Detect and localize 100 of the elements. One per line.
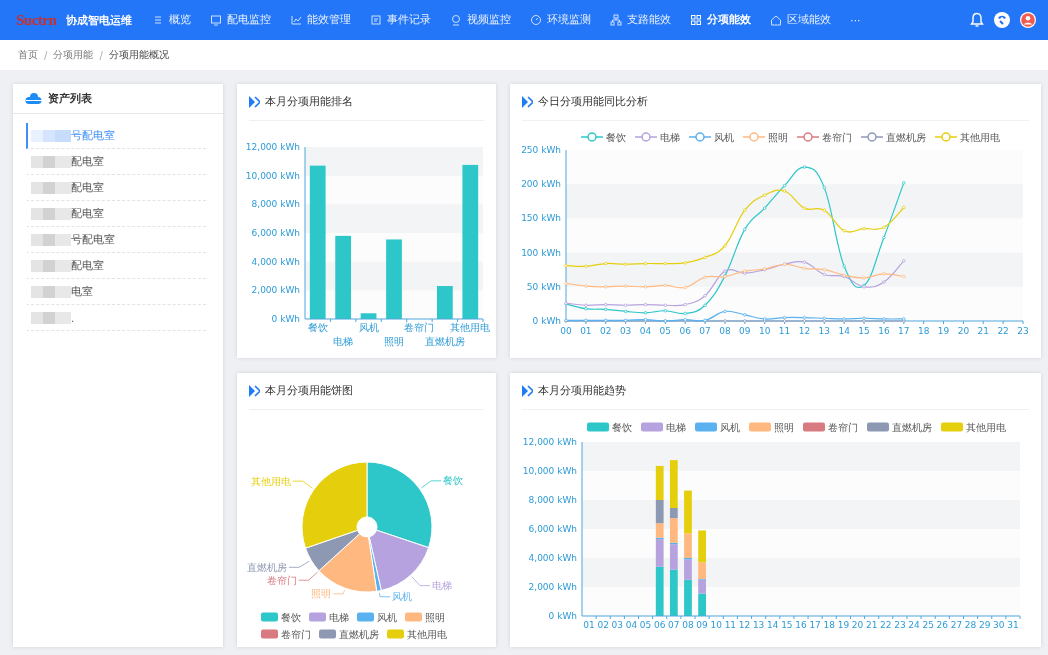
data-label: 其他用电 [250,475,291,487]
axis-label: 2,000 kWh [528,582,577,592]
axis-label: 0 kWh [548,611,577,621]
panel-title: 资产列表 [48,91,92,106]
nav-item[interactable]: 事件记录 [370,13,432,27]
axis-label: 03 [619,326,632,336]
redaction-mosaic [31,181,71,194]
axis-label: 12,000 kWh [245,142,300,152]
axis-label: 6,000 kWh [251,228,300,238]
asset-list-item[interactable]: 配电室 [26,175,206,201]
leader-line [288,560,310,568]
data-label: 餐饮 [443,475,464,487]
nav-item[interactable]: ··· [850,14,861,26]
double-chevron-icon [249,96,260,108]
legend-label: 直燃机房 [892,421,932,433]
legend-label: 餐饮 [612,421,632,433]
legend-marker-icon [688,132,712,142]
legend-marker-icon [860,132,884,142]
redaction-mosaic [31,155,71,168]
axis-label: 直燃机房 [424,336,465,347]
legend-label: 风机 [377,611,397,623]
axis-label: 10 [758,326,771,336]
axis-label: 250 kWh [521,145,561,155]
axis-label: 21 [865,620,878,630]
axis-label: 30 [993,620,1005,630]
leader-line [421,480,442,489]
axis-label: 4,000 kWh [251,256,300,267]
axis-label: 15 [858,326,870,336]
legend-label: 风机 [720,421,740,433]
axis-label: 04 [625,620,638,630]
asset-list-item[interactable]: 配电室 [26,201,206,227]
axis-label: 28 [964,620,977,630]
monitor-icon [210,14,223,26]
legend-label: 餐饮 [606,131,626,143]
gauge-icon [530,14,543,26]
asset-list-item[interactable]: 号配电室 [26,123,206,149]
axis-label: 200 kWh [521,179,561,190]
nav-item[interactable]: 能效管理 [290,13,352,27]
nav-item[interactable]: 环境监测 [530,13,592,27]
camera-icon [450,14,463,26]
hierarchy-icon [610,14,623,26]
asset-list-item[interactable]: . [26,305,206,331]
asset-list-item[interactable]: 配电室 [26,253,206,279]
axis-label: 20 [957,326,970,336]
nav-item[interactable]: 概览 [152,13,192,27]
axis-label: 12,000 kWh [522,437,577,447]
axis-label: 0 kWh [532,316,561,326]
axis-label: 18 [917,326,930,336]
legend-marker-icon [587,422,609,432]
axis-label: 14 [838,326,850,336]
nav-item[interactable]: 支路能效 [610,13,672,27]
double-chevron-icon [249,385,260,397]
avatar-icon [1020,12,1036,28]
asset-list-item[interactable]: 配电室 [26,149,206,175]
legend-marker-icon [261,629,278,639]
legend-marker-icon [742,132,766,142]
nav-item[interactable]: 分项能效 [690,13,752,27]
double-chevron-icon [522,385,533,397]
breadcrumb-separator: / [99,49,103,61]
app-name: 协成智电运维 [66,12,133,28]
redaction-mosaic [31,207,71,220]
axis-label: 19 [837,620,850,630]
axis-label: 17 [809,620,821,630]
axis-label: 卷帘门 [404,322,435,333]
redaction-mosaic [31,259,71,272]
axis-label: 01 [583,620,595,630]
axis-label: 12 [798,326,811,336]
asset-list-item[interactable]: 号配电室 [26,227,206,253]
axis-label: 02 [600,326,612,336]
axis-label: 6,000 kWh [528,524,577,534]
legend-marker-icon [580,132,604,142]
axis-label: 12 [738,620,751,630]
phone-icon [994,12,1010,28]
asset-list-item[interactable]: 电室 [26,279,206,305]
legend-label: 其他用电 [966,421,1006,433]
nav-item[interactable]: 区域能效 [770,13,832,27]
axis-label: 23 [1017,326,1029,336]
breadcrumb-link[interactable]: 分项用能概况 [108,48,169,62]
bell-icon [970,12,984,28]
nav-item[interactable]: 视频监控 [450,13,512,27]
breadcrumb-link[interactable]: 首页 [18,48,38,62]
legend-marker-icon [309,612,326,622]
legend-label: 卷帘门 [828,421,858,433]
axis-label: 8,000 kWh [251,199,300,210]
nav-item[interactable]: 配电监控 [210,13,272,27]
breadcrumb-link[interactable]: 分项用能 [53,48,94,62]
axis-label: 餐饮 [307,322,328,333]
axis-label: 00 [560,326,572,336]
logo: Suctrn [16,11,57,29]
axis-label: 照明 [384,336,404,347]
axis-label: 17 [898,326,910,336]
redaction-mosaic [31,129,71,142]
legend-marker-icon [796,132,820,142]
legend-marker-icon [634,132,658,142]
axis-label: 14 [767,620,779,630]
legend-marker-icon [387,629,404,639]
axis-label: 10 [710,620,722,630]
legend-label: 照明 [425,611,445,623]
axis-label: 100 kWh [521,247,561,258]
data-label: 电梯 [431,580,452,592]
